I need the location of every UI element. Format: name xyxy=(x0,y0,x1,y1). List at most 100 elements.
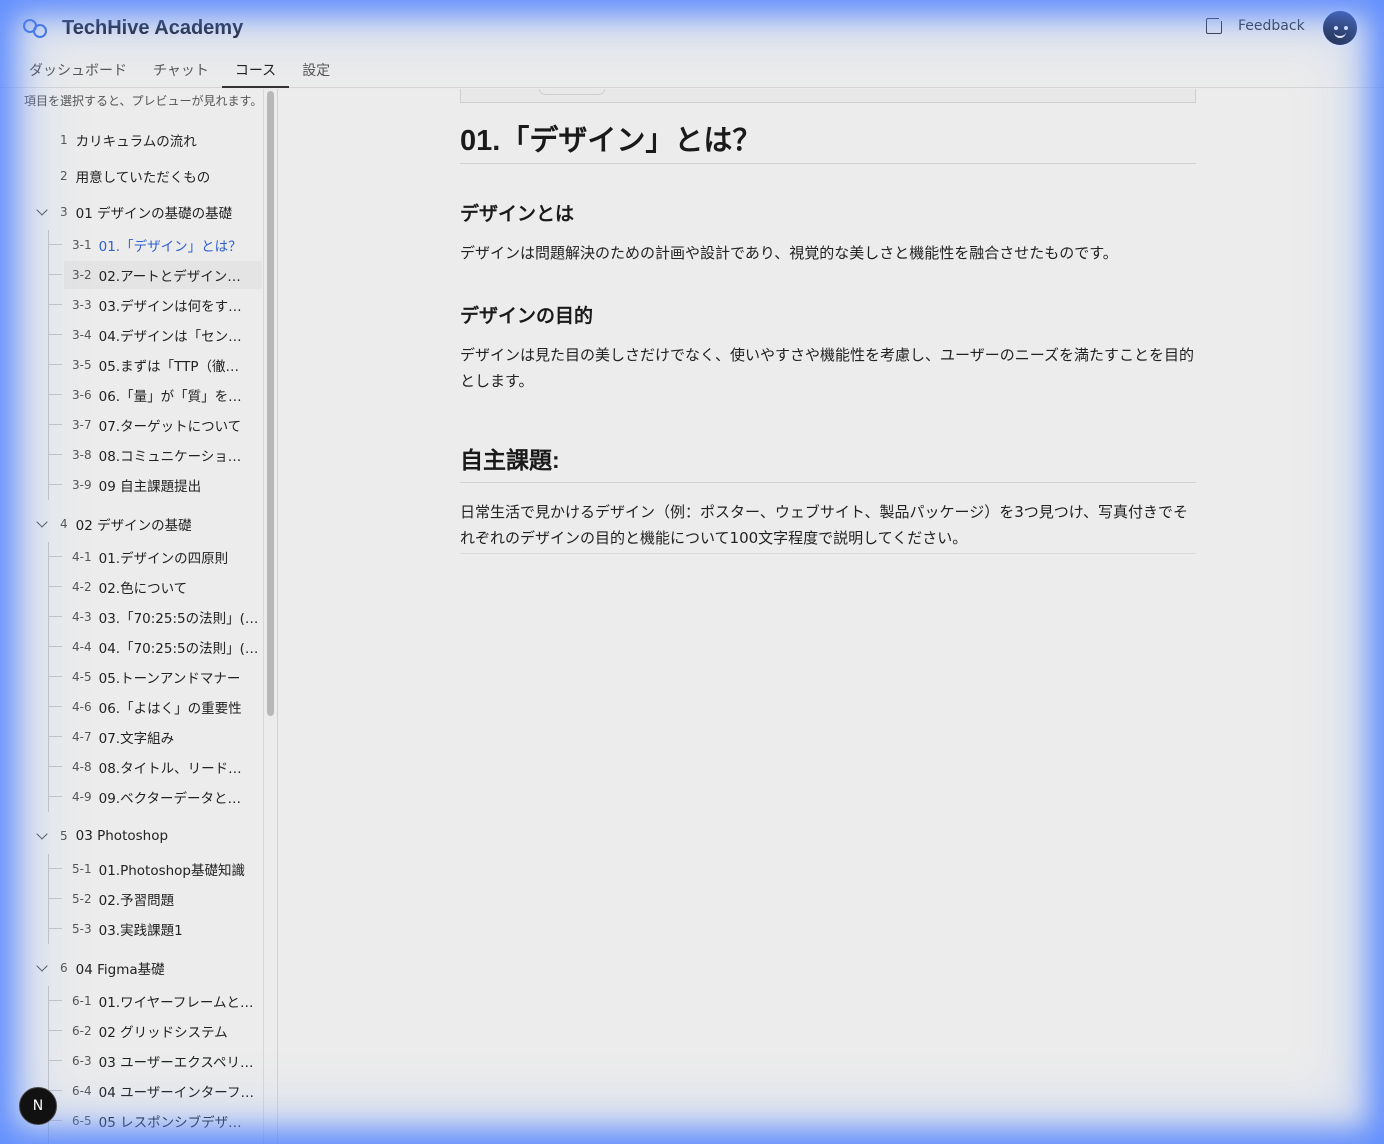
subitem-label: 02.アートとデザイン… xyxy=(98,269,241,285)
main-tabs: ダッシュボード チャット コース 設定 xyxy=(16,54,343,88)
subitem-label: 09.ベクターデータと… xyxy=(98,791,242,807)
tab-settings[interactable]: 設定 xyxy=(289,54,343,88)
tree-item-1[interactable]: 1 カリキュラムの流れ xyxy=(60,128,197,152)
tree-subitem[interactable]: 3-3 03.デザインは何をす… xyxy=(48,291,262,319)
chevron-down-icon[interactable] xyxy=(36,204,48,216)
subitem-number: 3-6 xyxy=(72,388,92,402)
subitem-number: 4-8 xyxy=(72,760,92,774)
subitem-label: 04 ユーザーインターフ… xyxy=(98,1085,254,1101)
subitem-number: 3-9 xyxy=(72,478,92,492)
divider xyxy=(460,163,1196,164)
tab-course[interactable]: コース xyxy=(221,54,290,88)
divider xyxy=(460,553,1196,554)
subitem-label: 06.「量」が「質」を… xyxy=(98,389,242,405)
subitem-label: 09 自主課題提出 xyxy=(98,479,202,495)
app-title: TechHive Academy xyxy=(62,16,244,39)
subitem-number: 6-5 xyxy=(72,1114,92,1128)
tree-subitem[interactable]: 4-2 02.色について xyxy=(48,573,262,601)
tree-subitem[interactable]: 4-5 05.トーンアンドマナー xyxy=(48,663,262,691)
subitem-number: 4-4 xyxy=(72,640,92,654)
tree-subitem[interactable]: 6-1 01.ワイヤーフレームと… xyxy=(48,987,262,1015)
feedback-button[interactable]: Feedback xyxy=(1206,15,1305,34)
tree-subitem[interactable]: 3-6 06.「量」が「質」を… xyxy=(48,381,262,409)
chevron-down-icon[interactable] xyxy=(36,828,48,840)
feedback-label: Feedback xyxy=(1238,18,1305,34)
subitem-label: 01.ワイヤーフレームと… xyxy=(98,995,254,1011)
tree-item-4[interactable]: 4 02 デザインの基礎 xyxy=(36,512,192,536)
tree-subitem[interactable]: 3-5 05.まずは「TTP（徹… xyxy=(48,351,262,379)
item-label: 03 Photoshop xyxy=(75,828,169,844)
item-number: 6 xyxy=(60,961,68,975)
tree-item-6[interactable]: 6 04 Figma基礎 xyxy=(36,956,165,980)
preview-toolbar-box xyxy=(460,89,1196,103)
subitem-label: 03 ユーザーエクスペリ… xyxy=(98,1055,254,1071)
subitem-number: 4-3 xyxy=(72,610,92,624)
tree-subitem[interactable]: 4-3 03.「70:25:5の法則」(… xyxy=(48,603,262,631)
subitem-label: 02 グリッドシステム xyxy=(98,1025,228,1041)
tree-subitem[interactable]: 5-1 01.Photoshop基礎知識 xyxy=(48,855,262,883)
subitem-number: 4-6 xyxy=(72,700,92,714)
tree-item-2[interactable]: 2 用意していただくもの xyxy=(60,164,210,188)
tree-subitem[interactable]: 3-2 02.アートとデザイン… xyxy=(48,261,262,289)
subitem-number: 3-3 xyxy=(72,298,92,312)
tree-item-5[interactable]: 5 03 Photoshop xyxy=(36,824,169,848)
section-heading: デザインとは xyxy=(460,204,575,225)
tree-subitem[interactable]: 6-2 02 グリッドシステム xyxy=(48,1017,262,1045)
section-body: デザインは問題解決のための計画や設計であり、視覚的な美しさと機能性を融合させたも… xyxy=(460,244,1118,262)
tree-item-3[interactable]: 3 01 デザインの基礎の基礎 xyxy=(36,200,232,224)
app-header: TechHive Academy Feedback ダッシュボード チャット コ… xyxy=(0,0,1384,88)
subitem-label: 07.ターゲットについて xyxy=(98,419,242,435)
tree-guide-line xyxy=(48,542,49,812)
subitem-label: 06.「よはく」の重要性 xyxy=(98,701,242,717)
item-number: 4 xyxy=(60,517,68,531)
tree-subitem[interactable]: 5-2 02.予習問題 xyxy=(48,885,262,913)
subitem-number: 4-7 xyxy=(72,730,92,744)
assignment-heading: 自主課題: xyxy=(460,447,560,473)
tree-subitem[interactable]: 6-4 04 ユーザーインターフ… xyxy=(48,1077,262,1105)
chevron-down-icon[interactable] xyxy=(36,960,48,972)
tree-subitem[interactable]: 4-4 04.「70:25:5の法則」(… xyxy=(48,633,262,661)
tab-chat[interactable]: チャット xyxy=(140,54,222,88)
item-number: 2 xyxy=(60,169,68,183)
subitem-number: 4-9 xyxy=(72,790,92,804)
subitem-label: 08.タイトル、リード… xyxy=(98,761,242,777)
tree-subitem[interactable]: 4-6 06.「よはく」の重要性 xyxy=(48,693,262,721)
tree-subitem[interactable]: 3-1 01.「デザイン」とは？ xyxy=(48,231,262,259)
tree-subitem[interactable]: 4-7 07.文字組み xyxy=(48,723,262,751)
tree-subitem[interactable]: 3-8 08.コミュニケーショ… xyxy=(48,441,262,469)
avatar-eye-icon xyxy=(1344,26,1348,30)
toolbar-pill xyxy=(539,89,605,95)
subitem-label: 08.コミュニケーショ… xyxy=(98,449,242,465)
brand[interactable]: TechHive Academy xyxy=(22,14,243,42)
subitem-label: 05.トーンアンドマナー xyxy=(98,671,241,687)
next-badge-button[interactable]: N xyxy=(19,1087,57,1125)
tree-subitem[interactable]: 5-3 03.実践課題1 xyxy=(48,915,262,943)
subitem-label: 05 レスポンシブデザ… xyxy=(98,1115,242,1131)
subitem-number: 3-7 xyxy=(72,418,92,432)
tree-subitem[interactable]: 6-5 05 レスポンシブデザ… xyxy=(48,1107,262,1135)
tree-subitem[interactable]: 3-9 09 自主課題提出 xyxy=(48,471,262,499)
subitem-label: 01.デザインの四原則 xyxy=(98,551,229,567)
item-number: 3 xyxy=(60,205,68,219)
tree-subitem[interactable]: 4-9 09.ベクターデータと… xyxy=(48,783,262,811)
subitem-number: 5-3 xyxy=(72,922,92,936)
sidebar-scroll-thumb[interactable] xyxy=(267,91,274,716)
tree-subitem[interactable]: 3-7 07.ターゲットについて xyxy=(48,411,262,439)
tab-dashboard[interactable]: ダッシュボード xyxy=(16,54,140,88)
feedback-icon xyxy=(1206,15,1225,34)
tree-subitem[interactable]: 4-1 01.デザインの四原則 xyxy=(48,543,262,571)
tree-subitem[interactable]: 6-3 03 ユーザーエクスペリ… xyxy=(48,1047,262,1075)
avatar[interactable] xyxy=(1320,8,1360,48)
subitem-number: 6-1 xyxy=(72,994,92,1008)
tree-guide-line xyxy=(48,230,49,500)
tree-subitem[interactable]: 3-4 04.デザインは「セン… xyxy=(48,321,262,349)
section-heading: デザインの目的 xyxy=(460,306,594,327)
subitem-label: 04.「70:25:5の法則」(… xyxy=(98,641,259,657)
chevron-down-icon[interactable] xyxy=(36,516,48,528)
subitem-number: 4-1 xyxy=(72,550,92,564)
lesson-title: 01.「デザイン」とは？ xyxy=(460,125,762,157)
tree-subitem[interactable]: 4-8 08.タイトル、リード… xyxy=(48,753,262,781)
item-number: 5 xyxy=(60,829,68,843)
item-number: 1 xyxy=(60,133,68,147)
subitem-label: 02.予習問題 xyxy=(98,893,175,909)
